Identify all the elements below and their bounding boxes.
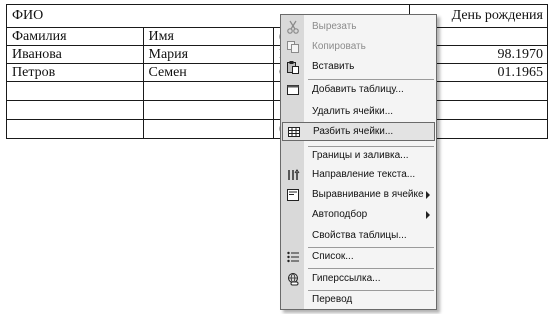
menu-item-label: Гиперссылка... [312, 273, 381, 284]
text-direction-icon [285, 168, 301, 182]
table-cell-first-name[interactable]: Семен [142, 63, 274, 82]
menu-item-hyperlink[interactable]: Гиперссылка... [282, 270, 435, 288]
menu-item-label: Добавить таблицу... [312, 84, 404, 95]
birthday-header-cell[interactable]: День рождения [419, 4, 548, 28]
table-cell[interactable] [143, 4, 274, 28]
table-cell-first-name[interactable]: Мария [142, 45, 274, 64]
menu-separator [308, 79, 434, 80]
menu-item-label: Свойства таблицы... [312, 230, 407, 241]
table-cell-last-name[interactable]: Иванова [6, 45, 144, 64]
menu-item-cut[interactable]: Вырезать [282, 18, 435, 36]
cell-alignment-icon [285, 188, 301, 202]
column-header-first-name[interactable]: Имя [142, 27, 274, 46]
insert-table-icon [285, 83, 301, 97]
menu-item-list[interactable]: Список... [282, 248, 435, 266]
bullet-list-icon [285, 250, 301, 264]
menu-item-label: Удалить ячейки... [312, 106, 394, 117]
menu-item-paste[interactable]: Вставить [282, 58, 435, 76]
table-cell[interactable] [142, 119, 274, 139]
menu-item-cell-alignment[interactable]: Выравнивание в ячейке [282, 186, 435, 204]
table-cell-last-name[interactable]: Петров [6, 63, 144, 82]
submenu-arrow-icon [426, 211, 430, 219]
menu-item-label: Автоподбор [312, 209, 368, 220]
table-cell[interactable] [142, 81, 274, 101]
menu-item-insert-table[interactable]: Добавить таблицу... [282, 81, 435, 99]
menu-separator [308, 268, 434, 269]
submenu-arrow-icon [426, 191, 430, 199]
table-cell[interactable] [142, 100, 274, 120]
table-cell[interactable] [6, 119, 144, 139]
menu-item-split-cells[interactable]: Разбить ячейки... [282, 122, 435, 141]
menu-item-label: Вставить [312, 61, 355, 72]
table-cell[interactable] [6, 81, 144, 101]
menu-item-label: Границы и заливка... [312, 150, 409, 161]
menu-item-label: Вырезать [312, 21, 357, 32]
menu-item-label: Копировать [312, 41, 366, 52]
column-header-last-name[interactable]: Фамилия [6, 27, 144, 46]
menu-item-label: Разбить ячейки... [313, 126, 394, 137]
table-cell-birthday[interactable]: 98.1970 [419, 45, 548, 64]
table-cell[interactable] [419, 81, 548, 101]
menu-item-borders-shading[interactable]: Границы и заливка... [282, 147, 435, 165]
menu-item-label: Направление текста... [312, 169, 416, 180]
menu-item-label: Выравнивание в ячейке [312, 189, 424, 200]
scissors-icon [285, 20, 301, 34]
menu-item-label: Список... [312, 251, 354, 262]
table-cell-birthday[interactable]: 01.1965 [419, 63, 548, 82]
menu-item-autofit[interactable]: Автоподбор [282, 206, 435, 224]
menu-item-text-direction[interactable]: Направление текста... [282, 166, 435, 184]
menu-item-translate[interactable]: Перевод [282, 291, 435, 309]
menu-item-copy[interactable]: Копировать [282, 38, 435, 56]
paste-icon [285, 60, 301, 74]
table-cell[interactable] [419, 119, 548, 139]
copy-icon [285, 40, 301, 54]
menu-item-table-properties[interactable]: Свойства таблицы... [282, 227, 435, 245]
table-cell[interactable] [419, 100, 548, 120]
table-cell[interactable] [6, 100, 144, 120]
document-table[interactable]: ФИО День рождения Фамилия Имя ( Иванова … [6, 4, 548, 139]
table-cell[interactable] [419, 27, 548, 46]
hyperlink-icon [285, 272, 301, 286]
menu-item-delete-cells[interactable]: Удалить ячейки... [282, 103, 435, 121]
table-title-cell[interactable]: ФИО [6, 4, 144, 28]
split-cells-icon [286, 125, 302, 139]
menu-item-label: Перевод [312, 294, 353, 305]
table-context-menu: Вырезать Копировать Вставить Добавить та… [280, 14, 437, 310]
